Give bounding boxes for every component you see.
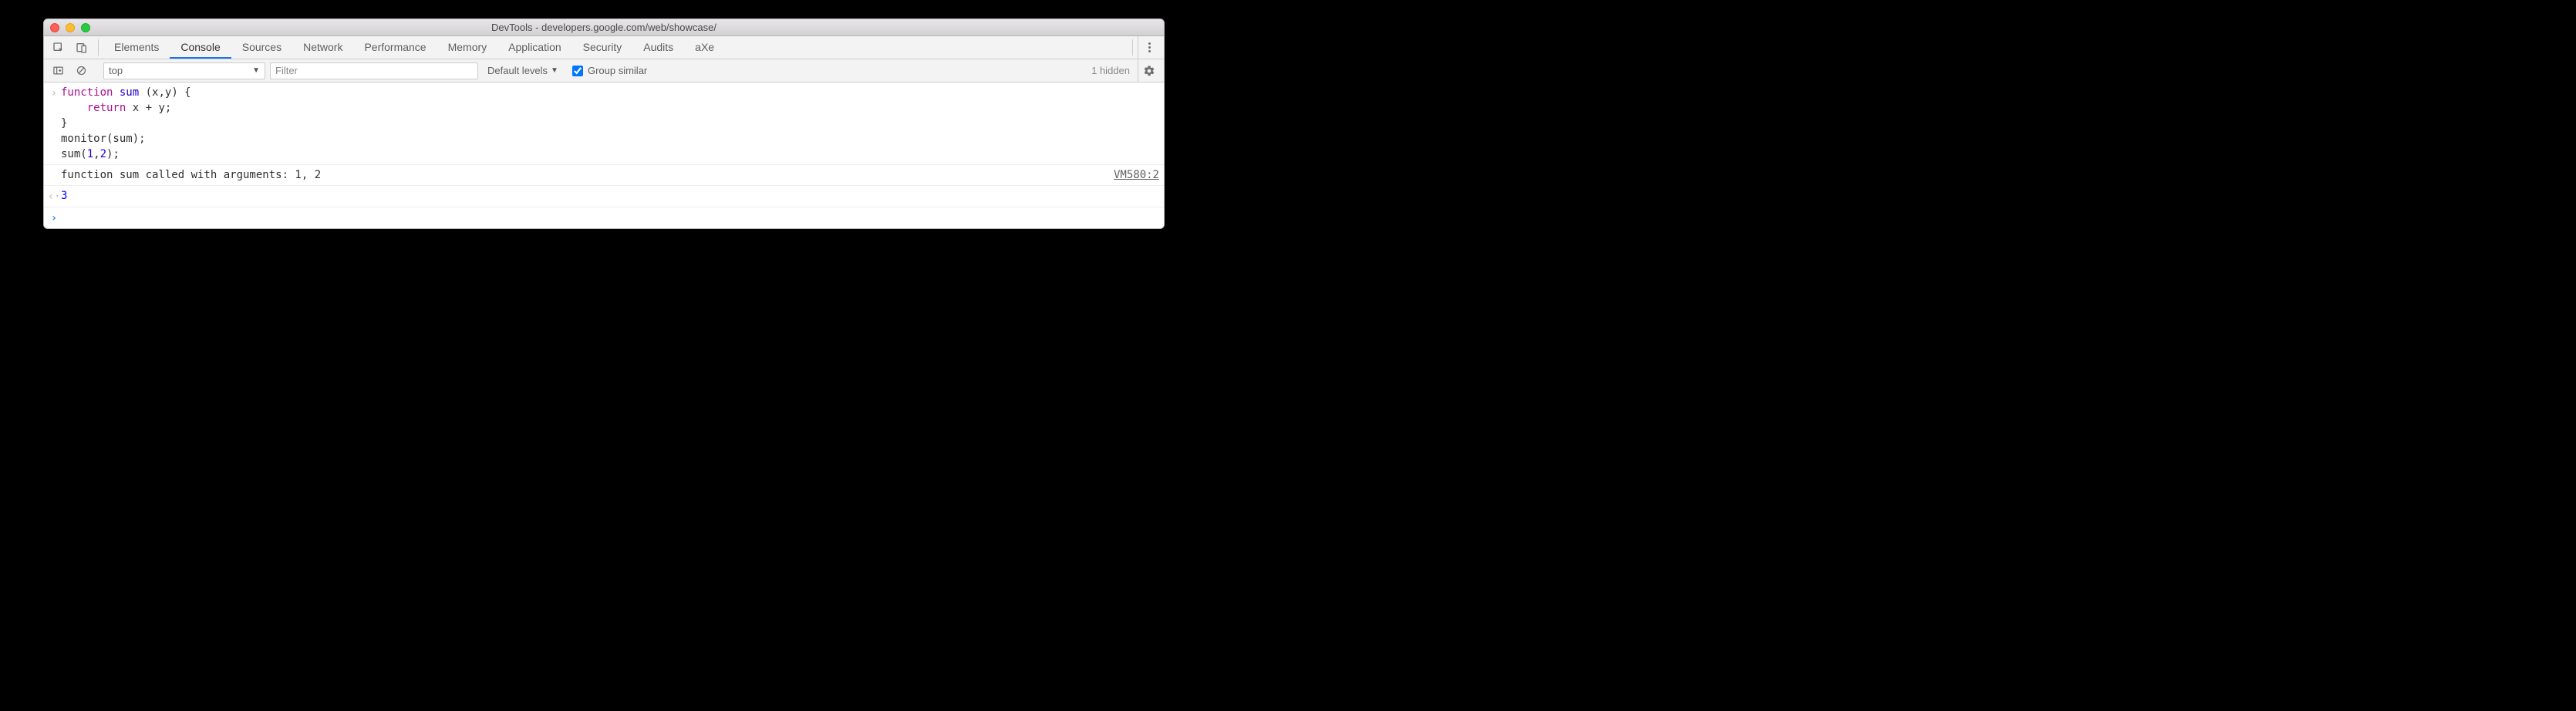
tab-label: Performance xyxy=(364,41,426,53)
execution-context-select[interactable]: top ▼ xyxy=(103,62,265,79)
titlebar: DevTools - developers.google.com/web/sho… xyxy=(44,19,1164,36)
toggle-sidebar-icon[interactable] xyxy=(49,62,67,80)
chevron-down-icon: ▼ xyxy=(551,66,558,75)
group-similar-input[interactable] xyxy=(572,66,583,76)
levels-label: Default levels xyxy=(487,65,548,76)
tab-sources[interactable]: Sources xyxy=(231,36,292,59)
tab-label: Console xyxy=(180,41,220,53)
input-chevron-icon: › xyxy=(47,85,61,162)
console-return-value: 3 xyxy=(61,188,1159,204)
filter-input[interactable] xyxy=(270,62,478,79)
tab-performance[interactable]: Performance xyxy=(353,36,437,59)
devtools-window: DevTools - developers.google.com/web/sho… xyxy=(43,19,1165,229)
console-log-row: function sum called with arguments: 1, 2… xyxy=(44,165,1164,186)
group-similar-checkbox[interactable]: Group similar xyxy=(568,65,652,76)
prompt-chevron-icon: › xyxy=(47,210,61,226)
group-similar-label: Group similar xyxy=(588,65,647,76)
tab-network[interactable]: Network xyxy=(292,36,353,59)
hidden-messages-count[interactable]: 1 hidden xyxy=(1091,65,1133,76)
tab-label: Security xyxy=(583,41,622,53)
chevron-down-icon: ▼ xyxy=(252,66,260,75)
console-prompt-row[interactable]: › xyxy=(44,207,1164,228)
separator xyxy=(1132,39,1133,56)
device-toolbar-icon[interactable] xyxy=(70,36,93,59)
tab-label: Memory xyxy=(448,41,487,53)
more-menu-icon[interactable] xyxy=(1138,36,1161,59)
console-prompt-input[interactable] xyxy=(61,210,1159,226)
tab-label: Network xyxy=(303,41,342,53)
console-body: › function sum (x,y) { return x + y; } m… xyxy=(44,83,1164,228)
separator xyxy=(98,39,99,56)
console-log-message: function sum called with arguments: 1, 2 xyxy=(61,167,1104,183)
tab-label: Elements xyxy=(114,41,159,53)
tab-console[interactable]: Console xyxy=(170,36,231,59)
tab-audits[interactable]: Audits xyxy=(632,36,684,59)
console-input-row: › function sum (x,y) { return x + y; } m… xyxy=(44,83,1164,165)
log-source-link[interactable]: VM580:2 xyxy=(1104,167,1159,183)
inspect-element-icon[interactable] xyxy=(47,36,70,59)
console-return-row: ‹⋅ 3 xyxy=(44,186,1164,207)
return-chevron-icon: ‹⋅ xyxy=(47,188,61,204)
tab-label: Sources xyxy=(242,41,282,53)
tab-label: Application xyxy=(508,41,561,53)
console-input-code[interactable]: function sum (x,y) { return x + y; } mon… xyxy=(61,85,1159,162)
console-toolbar: top ▼ Default levels ▼ Group similar 1 h… xyxy=(44,59,1164,83)
clear-console-icon[interactable] xyxy=(72,62,90,80)
tab-memory[interactable]: Memory xyxy=(437,36,498,59)
context-value: top xyxy=(109,65,123,76)
tab-axe[interactable]: aXe xyxy=(684,36,725,59)
log-gutter xyxy=(47,167,61,183)
console-settings-icon[interactable] xyxy=(1138,59,1159,82)
panel-tabstrip: Elements Console Sources Network Perform… xyxy=(44,36,1164,59)
tab-elements[interactable]: Elements xyxy=(103,36,170,59)
tab-label: aXe xyxy=(695,41,714,53)
tab-application[interactable]: Application xyxy=(497,36,572,59)
window-title: DevTools - developers.google.com/web/sho… xyxy=(44,22,1164,33)
log-levels-select[interactable]: Default levels ▼ xyxy=(483,65,563,76)
tab-label: Audits xyxy=(643,41,673,53)
tab-security[interactable]: Security xyxy=(572,36,633,59)
